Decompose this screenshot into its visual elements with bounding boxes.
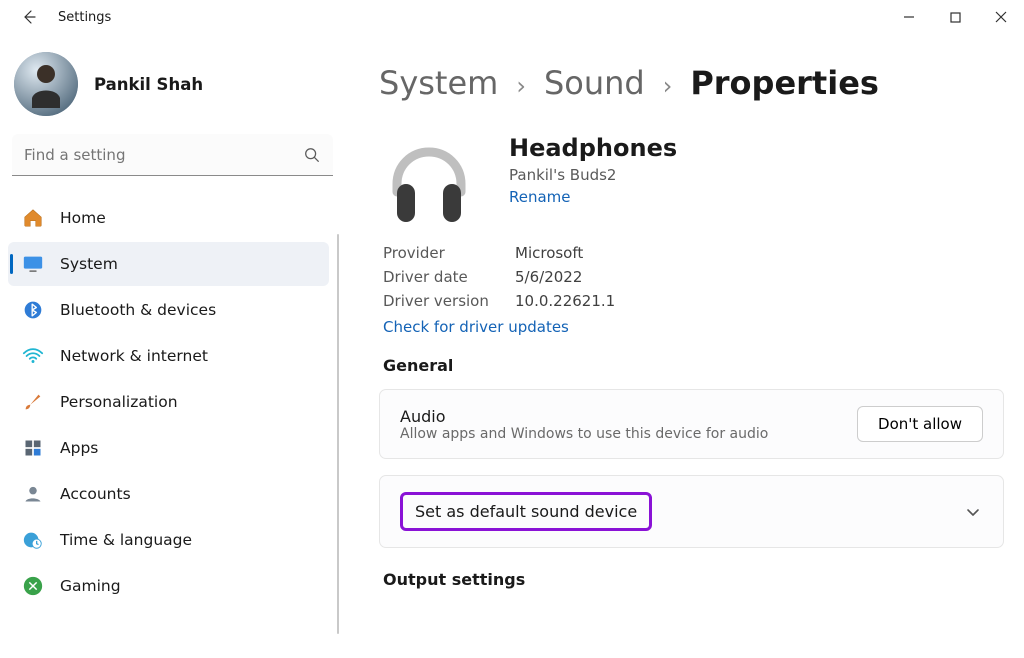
nav-bluetooth[interactable]: Bluetooth & devices [8, 288, 329, 332]
sidebar-scrollbar[interactable] [337, 234, 339, 634]
search-input[interactable] [24, 146, 303, 164]
audio-card: Audio Allow apps and Windows to use this… [379, 389, 1004, 459]
driver-date-value: 5/6/2022 [515, 268, 1004, 286]
provider-value: Microsoft [515, 244, 1004, 262]
audio-desc: Allow apps and Windows to use this devic… [400, 426, 768, 442]
nav-label: Time & language [60, 531, 192, 549]
dont-allow-button[interactable]: Don't allow [857, 406, 983, 442]
nav-label: Gaming [60, 577, 121, 595]
nav-label: System [60, 255, 118, 273]
minimize-icon [903, 11, 915, 23]
device-subname: Pankil's Buds2 [509, 166, 677, 184]
chevron-right-icon: › [516, 72, 526, 100]
driver-version-label: Driver version [383, 292, 515, 310]
set-default-label: Set as default sound device [400, 492, 652, 531]
nav-accounts[interactable]: Accounts [8, 472, 329, 516]
breadcrumb: System › Sound › Properties [379, 64, 1004, 102]
crumb-properties: Properties [690, 64, 879, 102]
minimize-button[interactable] [886, 2, 932, 32]
arrow-left-icon [21, 9, 37, 25]
system-icon [22, 253, 44, 275]
nav-label: Personalization [60, 393, 178, 411]
maximize-icon [950, 12, 961, 23]
chevron-right-icon: › [663, 72, 673, 100]
nav-gaming[interactable]: Gaming [8, 564, 329, 608]
check-driver-updates-link[interactable]: Check for driver updates [383, 318, 1004, 336]
search-icon [303, 146, 321, 164]
audio-title: Audio [400, 407, 768, 426]
nav-apps[interactable]: Apps [8, 426, 329, 470]
nav-personalization[interactable]: Personalization [8, 380, 329, 424]
chevron-down-icon [963, 502, 983, 522]
general-heading: General [383, 356, 1004, 375]
nav-home[interactable]: Home [8, 196, 329, 240]
brush-icon [22, 391, 44, 413]
nav-label: Bluetooth & devices [60, 301, 216, 319]
annotation-arrow-icon [1009, 334, 1024, 524]
device-name: Headphones [509, 134, 677, 162]
output-settings-heading: Output settings [383, 570, 1004, 589]
home-icon [22, 207, 44, 229]
nav-system[interactable]: System [8, 242, 329, 286]
driver-date-label: Driver date [383, 268, 515, 286]
apps-icon [22, 437, 44, 459]
set-default-card[interactable]: Set as default sound device [379, 475, 1004, 548]
close-button[interactable] [978, 2, 1024, 32]
headphones-icon [379, 132, 479, 232]
avatar [14, 52, 78, 116]
nav-label: Network & internet [60, 347, 208, 365]
back-button[interactable] [12, 0, 46, 34]
globe-clock-icon [22, 529, 44, 551]
window-title: Settings [58, 10, 111, 25]
nav-label: Apps [60, 439, 98, 457]
bluetooth-icon [22, 299, 44, 321]
nav-time-language[interactable]: Time & language [8, 518, 329, 562]
gaming-icon [22, 575, 44, 597]
nav-label: Accounts [60, 485, 131, 503]
profile-block[interactable]: Pankil Shah [8, 44, 337, 134]
person-icon [22, 483, 44, 505]
user-name: Pankil Shah [94, 75, 203, 94]
maximize-button[interactable] [932, 2, 978, 32]
nav-network[interactable]: Network & internet [8, 334, 329, 378]
crumb-sound[interactable]: Sound [544, 64, 645, 102]
close-icon [995, 11, 1007, 23]
driver-version-value: 10.0.22621.1 [515, 292, 1004, 310]
wifi-icon [22, 345, 44, 367]
search-box[interactable] [12, 134, 333, 176]
rename-link[interactable]: Rename [509, 188, 677, 206]
nav-label: Home [60, 209, 106, 227]
provider-label: Provider [383, 244, 515, 262]
crumb-system[interactable]: System [379, 64, 498, 102]
